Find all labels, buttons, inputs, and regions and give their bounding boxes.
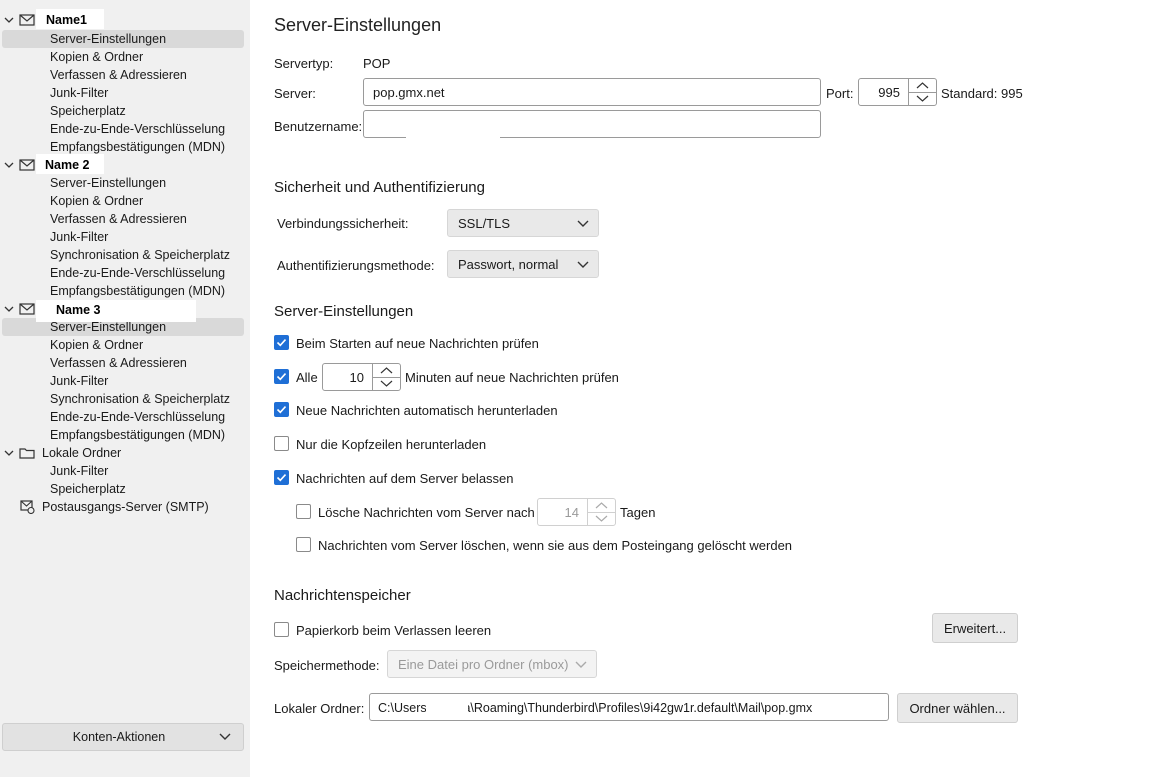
chevron-down-icon[interactable] xyxy=(3,11,15,29)
folder-icon xyxy=(19,446,35,460)
stepper-arrows[interactable] xyxy=(908,79,936,105)
storage-method-select[interactable]: Eine Datei pro Ordner (mbox) xyxy=(387,650,597,678)
sidebar-item-verfassen[interactable]: Verfassen & Adressieren xyxy=(0,354,244,372)
account-actions-button[interactable]: Konten-Aktionen xyxy=(2,723,244,751)
chevron-down-icon[interactable] xyxy=(373,377,400,390)
sidebar-item-kopien-ordner[interactable]: Kopien & Ordner xyxy=(0,48,244,66)
check-on-start-label: Beim Starten auf neue Nachrichten prüfen xyxy=(296,336,539,351)
server-type-value: POP xyxy=(363,56,391,71)
sidebar-item-sync-speicherplatz[interactable]: Synchronisation & Speicherplatz xyxy=(0,390,244,408)
delete-when-deleted-label: Nachrichten vom Server löschen, wenn sie… xyxy=(318,538,793,553)
outgoing-server-icon xyxy=(19,500,35,515)
chevron-up-icon[interactable] xyxy=(588,499,615,512)
account-tree-sidebar: Name1 Server-Einstellungen Kopien & Ordn… xyxy=(0,0,250,777)
chevron-down-icon xyxy=(575,657,587,674)
chevron-up-icon[interactable] xyxy=(909,79,936,92)
auto-download-checkbox[interactable] xyxy=(274,402,289,417)
check-interval-stepper[interactable]: 10 xyxy=(322,363,401,391)
storage-method-label: Speichermethode: xyxy=(274,658,380,673)
delete-when-deleted-checkbox[interactable] xyxy=(296,537,311,552)
check-every-suffix: Minuten auf neue Nachrichten prüfen xyxy=(405,370,619,385)
path-redaction xyxy=(426,695,468,719)
check-on-start-checkbox[interactable] xyxy=(274,335,289,350)
chevron-down-icon[interactable] xyxy=(3,300,15,318)
sidebar-item-junk-filter[interactable]: Junk-Filter xyxy=(0,372,244,390)
empty-trash-label: Papierkorb beim Verlassen leeren xyxy=(296,623,492,638)
port-default-label: Standard: 995 xyxy=(941,86,1023,101)
sidebar-item-e2e[interactable]: Ende-zu-Ende-Verschlüsselung xyxy=(0,408,244,426)
check-every-checkbox[interactable] xyxy=(274,369,289,384)
username-redaction xyxy=(406,132,500,138)
conn-security-select[interactable]: SSL/TLS xyxy=(447,209,599,237)
chevron-down-icon xyxy=(577,216,589,233)
delete-after-checkbox[interactable] xyxy=(296,504,311,519)
sidebar-item-e2e[interactable]: Ende-zu-Ende-Verschlüsselung xyxy=(0,264,244,282)
sidebar-item-mdn[interactable]: Empfangsbestätigungen (MDN) xyxy=(0,426,244,444)
page-title: Server-Einstellungen xyxy=(274,15,442,35)
choose-folder-button[interactable]: Ordner wählen... xyxy=(897,693,1018,723)
sidebar-item-server-einstellungen[interactable]: Server-Einstellungen xyxy=(2,30,244,48)
local-folders-row[interactable]: Lokale Ordner xyxy=(0,444,244,462)
sidebar-item-verfassen[interactable]: Verfassen & Adressieren xyxy=(0,66,244,84)
auth-method-select[interactable]: Passwort, normal xyxy=(447,250,599,278)
mail-account-icon xyxy=(19,13,35,27)
stepper-arrows[interactable] xyxy=(587,499,615,525)
security-heading: Sicherheit und Authentifizierung xyxy=(274,179,485,196)
local-folders-label: Lokale Ordner xyxy=(42,446,122,460)
sidebar-item-e2e[interactable]: Ende-zu-Ende-Verschlüsselung xyxy=(0,120,244,138)
stepper-arrows[interactable] xyxy=(372,364,400,390)
local-folder-label: Lokaler Ordner: xyxy=(274,701,365,716)
smtp-label: Postausgangs-Server (SMTP) xyxy=(42,500,209,514)
delete-after-suffix: Tagen xyxy=(620,505,656,520)
sidebar-item-junk-filter[interactable]: Junk-Filter xyxy=(0,228,244,246)
chevron-down-icon[interactable] xyxy=(3,444,15,462)
username-label: Benutzername: xyxy=(274,119,363,134)
delete-days-stepper[interactable]: 14 xyxy=(537,498,616,526)
chevron-down-icon[interactable] xyxy=(3,156,15,174)
sidebar-item-sync-speicherplatz[interactable]: Synchronisation & Speicherplatz xyxy=(0,246,244,264)
storage-heading: Nachrichtenspeicher xyxy=(274,587,411,604)
headers-only-label: Nur die Kopfzeilen herunterladen xyxy=(296,437,487,452)
auto-download-label: Neue Nachrichten automatisch herunterlad… xyxy=(296,403,558,418)
chevron-down-icon[interactable] xyxy=(588,512,615,525)
sidebar-item-server-einstellungen[interactable]: Server-Einstellungen xyxy=(0,174,244,192)
server-settings-heading: Server-Einstellungen xyxy=(274,303,414,320)
chevron-down-icon[interactable] xyxy=(909,92,936,105)
sidebar-item-junk-filter[interactable]: Junk-Filter xyxy=(0,84,244,102)
server-input[interactable]: pop.gmx.net xyxy=(363,78,821,106)
delete-after-label: Lösche Nachrichten vom Server nach xyxy=(318,505,535,520)
mail-account-icon xyxy=(19,302,35,316)
auth-method-label: Authentifizierungsmethode: xyxy=(277,258,435,273)
account-name: Name 2 xyxy=(45,158,90,172)
mail-account-icon xyxy=(19,158,35,172)
chevron-down-icon xyxy=(219,728,231,749)
account-row-2[interactable]: Name 2 xyxy=(0,154,244,174)
account-name: Name 3 xyxy=(56,303,101,317)
chevron-down-icon xyxy=(577,257,589,274)
conn-security-label: Verbindungssicherheit: xyxy=(277,216,409,231)
leave-on-server-checkbox[interactable] xyxy=(274,470,289,485)
account-row-1[interactable]: Name1 xyxy=(0,9,244,29)
advanced-button[interactable]: Erweitert... xyxy=(932,613,1018,643)
empty-trash-checkbox[interactable] xyxy=(274,622,289,637)
port-label: Port: xyxy=(826,86,854,101)
sidebar-item-verfassen[interactable]: Verfassen & Adressieren xyxy=(0,210,244,228)
leave-on-server-label: Nachrichten auf dem Server belassen xyxy=(296,471,514,486)
port-stepper[interactable]: 995 xyxy=(858,78,937,106)
sidebar-item-kopien-ordner[interactable]: Kopien & Ordner xyxy=(0,336,244,354)
server-label: Server: xyxy=(274,86,316,101)
account-name: Name1 xyxy=(46,13,87,27)
sidebar-item-speicherplatz[interactable]: Speicherplatz xyxy=(0,480,244,498)
chevron-up-icon[interactable] xyxy=(373,364,400,377)
settings-panel: Server-Einstellungen Servertyp: POP Serv… xyxy=(250,0,1160,777)
sidebar-item-junk-filter[interactable]: Junk-Filter xyxy=(0,462,244,480)
smtp-server-row[interactable]: Postausgangs-Server (SMTP) xyxy=(0,498,244,516)
sidebar-item-kopien-ordner[interactable]: Kopien & Ordner xyxy=(0,192,244,210)
sidebar-item-mdn[interactable]: Empfangsbestätigungen (MDN) xyxy=(0,282,244,300)
sidebar-item-speicherplatz[interactable]: Speicherplatz xyxy=(0,102,244,120)
headers-only-checkbox[interactable] xyxy=(274,436,289,451)
check-every-label: Alle xyxy=(296,370,318,385)
server-type-label: Servertyp: xyxy=(274,56,334,71)
